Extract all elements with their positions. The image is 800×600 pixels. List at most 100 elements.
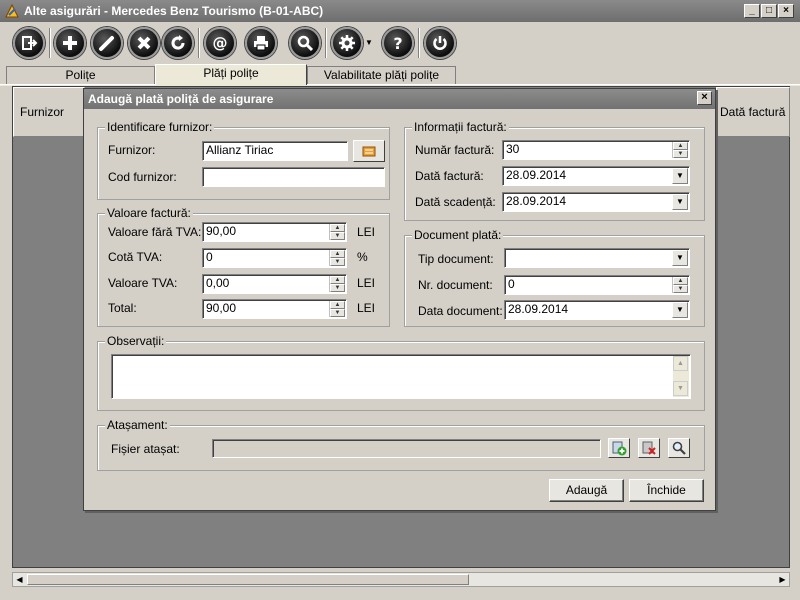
scroll-up-icon[interactable]: ▲ xyxy=(673,356,688,371)
spinner-up-icon[interactable]: ▲ xyxy=(673,142,688,150)
spinner-down-icon[interactable]: ▼ xyxy=(330,309,345,317)
invoice-date-field[interactable]: 28.09.2014 ▼ xyxy=(502,166,690,186)
notes-group-title: Observații: xyxy=(105,334,167,348)
scroll-down-icon[interactable]: ▼ xyxy=(673,381,688,396)
vat-rate-spinner[interactable]: ▲ ▼ xyxy=(329,250,345,266)
net-value-label: Valoare fără TVA: xyxy=(108,225,202,239)
spinner-down-icon[interactable]: ▼ xyxy=(673,285,688,293)
horizontal-scrollbar[interactable]: ◀ ▶ xyxy=(12,572,790,587)
total-unit: LEI xyxy=(357,301,376,315)
refresh-button[interactable] xyxy=(162,27,194,59)
attach-file-button[interactable] xyxy=(608,438,630,458)
settings-button[interactable] xyxy=(331,27,363,59)
vat-value-spinner[interactable]: ▲ ▼ xyxy=(329,276,345,292)
power-button[interactable] xyxy=(424,27,456,59)
notes-scrollbar[interactable]: ▲ ▼ xyxy=(673,356,689,397)
scroll-left-icon[interactable]: ◀ xyxy=(13,573,26,586)
spinner-down-icon[interactable]: ▼ xyxy=(673,150,688,158)
dialog-close-button[interactable]: × xyxy=(697,91,712,105)
exit-button[interactable] xyxy=(13,27,45,59)
net-value-field[interactable]: 90,00 ▲ ▼ xyxy=(202,222,347,242)
attachment-group-title: Atașament: xyxy=(105,418,170,432)
chevron-down-icon[interactable]: ▼ xyxy=(365,38,373,47)
maximize-button[interactable]: □ xyxy=(761,4,777,18)
spinner-up-icon[interactable]: ▲ xyxy=(330,301,345,309)
doc-date-label: Data document: xyxy=(418,304,503,318)
doc-date-text: 28.09.2014 xyxy=(508,302,569,316)
attached-file-label: Fișier atașat: xyxy=(111,442,180,456)
notes-textarea[interactable]: ▲ ▼ xyxy=(111,354,691,399)
delete-icon xyxy=(137,36,151,50)
due-date-label: Dată scadență: xyxy=(415,195,496,209)
payment-doc-group-title: Document plată: xyxy=(412,228,504,242)
doc-date-field[interactable]: 28.09.2014 ▼ xyxy=(504,300,690,320)
spinner-up-icon[interactable]: ▲ xyxy=(673,277,688,285)
doc-date-dropdown-icon[interactable]: ▼ xyxy=(672,302,688,318)
settings-icon xyxy=(339,35,355,51)
doc-number-field[interactable]: 0 ▲ ▼ xyxy=(504,275,690,295)
tab-polite[interactable]: Polițe xyxy=(6,66,155,84)
spinner-down-icon[interactable]: ▼ xyxy=(330,258,345,266)
due-date-field[interactable]: 28.09.2014 ▼ xyxy=(502,192,690,212)
invoice-number-spinner[interactable]: ▲ ▼ xyxy=(672,142,688,158)
total-text: 90,00 xyxy=(206,301,237,315)
doc-type-dropdown-icon[interactable]: ▼ xyxy=(672,250,688,266)
invoice-number-field[interactable]: 30 ▲ ▼ xyxy=(502,140,690,160)
power-icon xyxy=(433,36,447,50)
svg-text:@: @ xyxy=(213,34,228,52)
email-button[interactable]: @ xyxy=(204,27,236,59)
supplier-picker-button[interactable] xyxy=(353,140,385,162)
doc-number-spinner[interactable]: ▲ ▼ xyxy=(672,277,688,293)
doc-type-field[interactable]: ▼ xyxy=(504,248,690,268)
minimize-button[interactable]: _ xyxy=(744,4,760,18)
invoice-date-dropdown-icon[interactable]: ▼ xyxy=(672,168,688,184)
close-window-button[interactable]: × xyxy=(778,4,794,18)
supplier-group xyxy=(97,127,390,200)
window-titlebar: Alte asigurări - Mercedes Benz Tourismo … xyxy=(0,0,800,22)
help-icon: ? xyxy=(393,34,402,52)
net-value-spinner[interactable]: ▲ ▼ xyxy=(329,224,345,240)
spinner-down-icon[interactable]: ▼ xyxy=(330,284,345,292)
add-button[interactable]: Adaugă xyxy=(549,479,624,502)
tab-plati-polite[interactable]: Plăți polițe xyxy=(155,64,307,85)
edit-button[interactable] xyxy=(91,27,123,59)
add-file-icon xyxy=(612,441,627,456)
magnifier-icon xyxy=(672,441,686,455)
add-button[interactable] xyxy=(54,27,86,59)
vat-value-field[interactable]: 0,00 ▲ ▼ xyxy=(202,274,347,294)
grid-header-supplier[interactable]: Furnizor xyxy=(13,87,85,137)
print-button[interactable] xyxy=(245,27,277,59)
invoice-date-text: 28.09.2014 xyxy=(506,168,567,182)
view-file-button[interactable] xyxy=(668,438,690,458)
due-date-dropdown-icon[interactable]: ▼ xyxy=(672,194,688,210)
remove-file-button[interactable] xyxy=(638,438,660,458)
vat-rate-field[interactable]: 0 ▲ ▼ xyxy=(202,248,347,268)
total-field[interactable]: 90,00 ▲ ▼ xyxy=(202,299,347,319)
scroll-thumb[interactable] xyxy=(27,574,469,585)
net-value-text: 90,00 xyxy=(206,224,237,238)
search-button[interactable] xyxy=(289,27,321,59)
supplier-code-field[interactable] xyxy=(202,167,385,187)
spinner-down-icon[interactable]: ▼ xyxy=(330,232,345,240)
refresh-icon xyxy=(171,35,185,50)
supplier-field[interactable]: Allianz Tiriac xyxy=(202,141,348,161)
grid-header-invoice-date[interactable]: Dată factură xyxy=(716,87,790,137)
attached-file-field xyxy=(212,439,601,458)
grid-header-supplier-label: Furnizor xyxy=(20,105,65,119)
spinner-up-icon[interactable]: ▲ xyxy=(330,276,345,284)
tab-bar: Polițe Plăți polițe Valabilitate plăți p… xyxy=(0,64,800,85)
close-button[interactable]: Închide xyxy=(629,479,704,502)
spinner-up-icon[interactable]: ▲ xyxy=(330,250,345,258)
help-button[interactable]: ? xyxy=(382,27,414,59)
edit-icon xyxy=(99,36,114,51)
spinner-up-icon[interactable]: ▲ xyxy=(330,224,345,232)
total-spinner[interactable]: ▲ ▼ xyxy=(329,301,345,317)
scroll-right-icon[interactable]: ▶ xyxy=(776,573,789,586)
dialog-titlebar: Adaugă plată poliță de asigurare × xyxy=(84,89,715,109)
grid-header-invoice-date-label: Dată factură xyxy=(720,105,786,119)
svg-text:?: ? xyxy=(393,34,402,52)
delete-button[interactable] xyxy=(128,27,160,59)
tab-valabilitate-plati-polite[interactable]: Valabilitate plăți polițe xyxy=(307,66,456,84)
invoice-number-text: 30 xyxy=(506,142,520,156)
supplier-group-title: Identificare furnizor: xyxy=(105,120,215,134)
